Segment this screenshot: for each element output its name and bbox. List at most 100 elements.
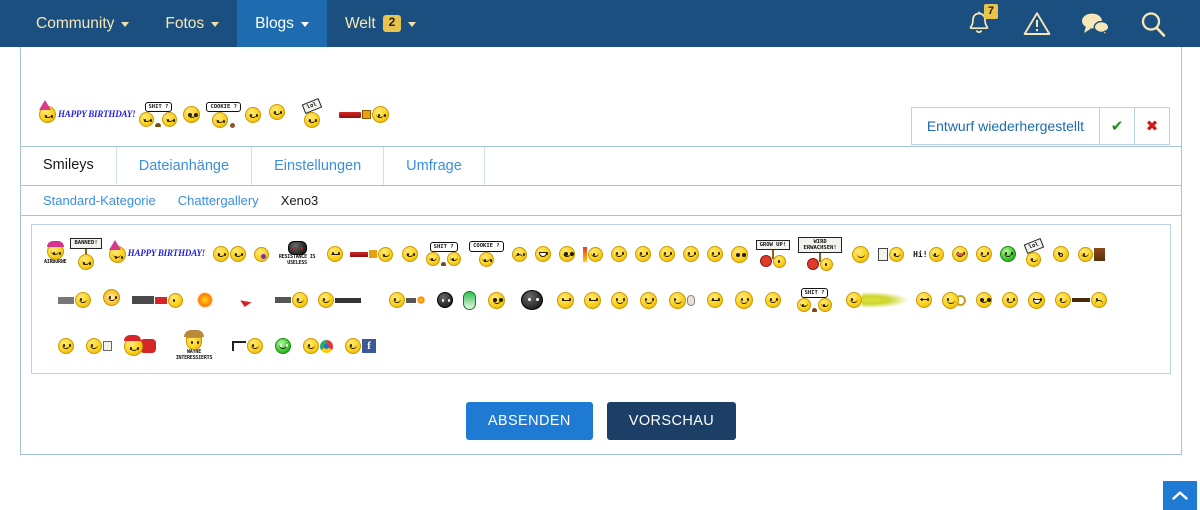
smiley-shit-question[interactable]: SHIT ? — [426, 241, 462, 267]
smiley-bowing-face[interactable] — [852, 245, 870, 263]
nav-item-community[interactable]: Community — [18, 0, 147, 47]
smiley-teeth-face[interactable] — [534, 246, 551, 262]
smiley-smug-face[interactable] — [402, 246, 419, 262]
smiley-sniper-face[interactable] — [318, 292, 361, 308]
smiley-minigun-face[interactable] — [58, 292, 91, 308]
category-chattergallery[interactable]: Chattergallery — [178, 193, 259, 208]
smiley-goggles-face[interactable] — [730, 245, 748, 263]
smiley-happy-birthday[interactable]: HAPPY BIRTHDAY! — [108, 239, 205, 263]
smiley-whistle-face[interactable] — [1052, 246, 1069, 262]
smiley-zipper-mouth[interactable] — [327, 246, 344, 262]
smiley-arrow-hit-face[interactable] — [1055, 292, 1107, 308]
smiley-clipboard-face[interactable] — [878, 246, 905, 262]
tab-label: Umfrage — [406, 158, 462, 174]
smiley-simple-smile[interactable] — [58, 338, 74, 354]
tab-dateianhaenge[interactable]: Dateianhänge — [116, 147, 253, 185]
warning-triangle-button[interactable] — [1008, 0, 1066, 47]
smiley-pistol-face[interactable] — [275, 292, 308, 308]
smiley-giggle-face[interactable] — [1002, 292, 1018, 308]
smiley-sick-face[interactable] — [610, 246, 627, 262]
smiley-ninja-face[interactable] — [437, 292, 453, 308]
smiley-wird-erwachsen-sign[interactable]: WIRD ERWACHSEN! — [798, 236, 843, 272]
smiley-green-pill[interactable] — [463, 290, 476, 310]
smiley-chainsaw-face[interactable] — [350, 246, 394, 262]
notification-bell-button[interactable]: 7 — [950, 0, 1008, 47]
nav-item-welt[interactable]: Welt 2 — [327, 0, 434, 47]
smiley-hammer-lol[interactable]: lol — [1023, 237, 1044, 268]
smiley-green-sick-face[interactable] — [999, 246, 1016, 262]
category-standard-kategorie[interactable]: Standard-Kategorie — [43, 193, 156, 208]
smiley-thinking-face[interactable] — [975, 246, 992, 262]
smiley-caption: COOKIE ? — [469, 241, 504, 252]
smiley-magnifier-face[interactable] — [942, 291, 966, 309]
smiley-shit-question[interactable]: SHIT ? — [797, 287, 832, 313]
smiley-flexing-face[interactable] — [735, 291, 753, 309]
nav-item-label: Blogs — [255, 14, 294, 32]
smiley-caption: COOKIE ? — [206, 101, 241, 112]
nav-item-fotos[interactable]: Fotos — [147, 0, 237, 47]
smiley-caption: SHIT ? — [144, 102, 173, 113]
smiley-big-grin-face[interactable] — [1028, 291, 1045, 309]
smiley-shocked-face[interactable] — [558, 246, 575, 262]
party-hat-icon — [108, 239, 121, 250]
smiley-dead-face[interactable] — [916, 292, 932, 308]
smiley-airborne[interactable]: AIRBORNE — [44, 240, 67, 266]
scroll-to-top-button[interactable] — [1163, 481, 1197, 510]
search-button[interactable] — [1124, 0, 1182, 47]
smiley-whip-face[interactable] — [232, 338, 263, 354]
smiley-chrome-logo-face[interactable] — [303, 338, 333, 354]
smiley-reading-face[interactable] — [1077, 246, 1105, 262]
smiley-explosion[interactable] — [197, 292, 213, 308]
smiley-sun-face[interactable] — [103, 289, 120, 311]
smiley-cheer-face[interactable] — [488, 291, 505, 309]
smiley-tongue-face[interactable] — [951, 246, 968, 262]
tab-einstellungen[interactable]: Einstellungen — [252, 147, 385, 185]
draft-discard-button[interactable]: ✖ — [1134, 108, 1169, 144]
smiley-thermometer-face[interactable] — [582, 246, 603, 262]
smiley-black-explosion-face[interactable] — [521, 290, 543, 310]
smiley-cheers-beer[interactable] — [213, 246, 247, 262]
smiley-grin-face[interactable] — [658, 246, 675, 262]
smiley-dizzy-face[interactable] — [634, 246, 651, 262]
smiley-santa-face[interactable] — [124, 334, 156, 356]
preview-button[interactable]: VORSCHAU — [606, 402, 737, 440]
smiley-hi-wave[interactable]: Hi! — [913, 246, 944, 262]
smiley-fart-cloud-face[interactable] — [846, 292, 908, 308]
submit-button[interactable]: ABSENDEN — [465, 402, 593, 440]
smiley-whisper-face[interactable] — [611, 291, 628, 309]
smiley-zipped-mouth-face[interactable] — [557, 291, 574, 309]
chevron-down-icon — [408, 22, 417, 27]
smiley-green-monster-face[interactable] — [275, 338, 291, 354]
tab-umfrage[interactable]: Umfrage — [384, 147, 485, 185]
smiley-cookie-question[interactable]: COOKIE ? — [469, 241, 504, 267]
smiley-angry-point-face[interactable] — [584, 291, 601, 309]
smiley-grow-up-sign[interactable]: GROW UP! — [755, 239, 791, 269]
chat-bubbles-button[interactable] — [1066, 0, 1124, 47]
smiley-shit-question: SHIT ? — [139, 102, 178, 128]
category-xeno3[interactable]: Xeno3 — [281, 193, 319, 208]
smiley-banned-sign[interactable]: BANNED! — [70, 238, 102, 270]
smiley-caption: WAYNE INTERESSIERTS — [175, 349, 213, 361]
smiley-facebook-face[interactable]: f — [345, 338, 376, 354]
smiley-dart[interactable] — [239, 293, 253, 307]
smiley-neutral-face[interactable] — [707, 292, 723, 308]
smiley-happy-arms-face[interactable] — [640, 291, 657, 309]
smiley-hammer-lol: lol — [301, 98, 323, 129]
smiley-caption: AIRBORNE — [44, 258, 67, 265]
smiley-glasses-face[interactable] — [976, 292, 992, 308]
smiley-resistance-is-useless[interactable]: RESISTANCE IS USELESS — [277, 241, 317, 267]
smiley-crying-face[interactable] — [511, 246, 527, 262]
tab-smileys[interactable]: Smileys — [21, 147, 117, 185]
smiley-smile-face[interactable] — [765, 292, 781, 308]
draft-accept-button[interactable]: ✔ — [1099, 108, 1134, 144]
smiley-flamethrower-face[interactable] — [389, 292, 425, 308]
smiley-rocket-launcher-face[interactable] — [132, 292, 183, 308]
smiley-purple-eye[interactable] — [254, 246, 270, 262]
smiley-waving-flag-face[interactable] — [86, 338, 112, 354]
smiley-scared-face[interactable] — [682, 246, 699, 262]
smiley-laughing-face[interactable] — [706, 246, 723, 262]
party-hat-icon — [39, 100, 51, 111]
smiley-mouse-face[interactable] — [669, 291, 695, 309]
smiley-wayne-interessiert[interactable]: WAYNE INTERESSIERTS — [168, 330, 220, 362]
nav-item-blogs[interactable]: Blogs — [237, 0, 327, 47]
